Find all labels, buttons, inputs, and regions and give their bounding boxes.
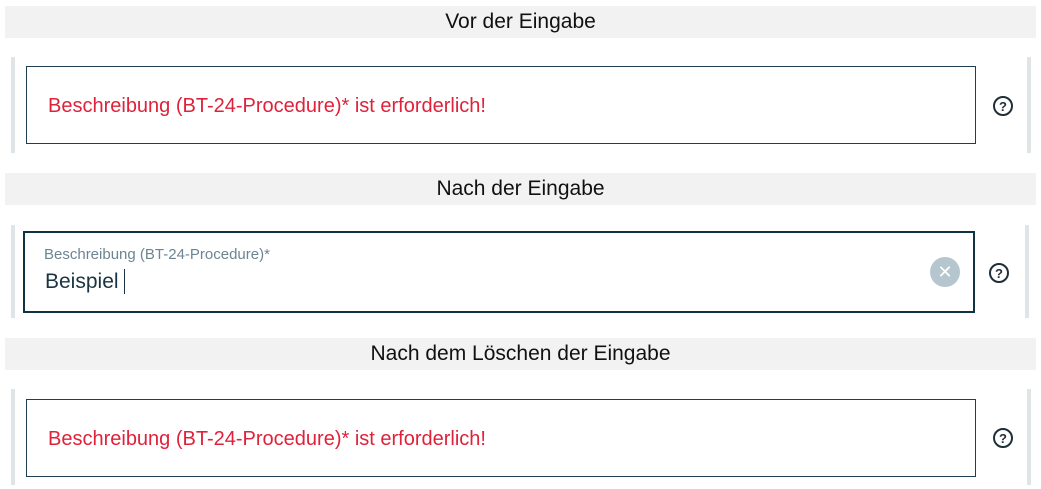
field-left-accent bbox=[11, 389, 15, 485]
section-caption-before: Vor der Eingabe bbox=[5, 6, 1036, 38]
description-input-filled[interactable]: Beschreibung (BT-24-Procedure)* Beispiel… bbox=[23, 231, 975, 313]
field-right-accent bbox=[1027, 57, 1031, 153]
validation-error-text: Beschreibung (BT-24-Procedure)* ist erfo… bbox=[48, 428, 486, 450]
floating-label: Beschreibung (BT-24-Procedure)* bbox=[44, 246, 270, 263]
clear-input-button[interactable]: ✕ bbox=[930, 257, 960, 287]
help-icon[interactable]: ? bbox=[993, 96, 1013, 116]
description-input-empty[interactable]: Beschreibung (BT-24-Procedure)* ist erfo… bbox=[26, 66, 976, 144]
field-right-accent bbox=[1025, 225, 1029, 318]
field-left-accent bbox=[11, 225, 15, 318]
help-icon[interactable]: ? bbox=[993, 428, 1013, 448]
help-icon[interactable]: ? bbox=[989, 263, 1009, 283]
text-caret bbox=[123, 269, 125, 294]
validation-error-text: Beschreibung (BT-24-Procedure)* ist erfo… bbox=[48, 95, 486, 117]
input-value-line: Beispiel bbox=[45, 269, 125, 294]
section-caption-cleared: Nach dem Löschen der Eingabe bbox=[5, 338, 1036, 370]
input-value: Beispiel bbox=[45, 269, 119, 293]
section-caption-after: Nach der Eingabe bbox=[5, 173, 1036, 205]
description-input-cleared[interactable]: Beschreibung (BT-24-Procedure)* ist erfo… bbox=[26, 399, 976, 477]
field-left-accent bbox=[11, 57, 15, 153]
field-right-accent bbox=[1027, 389, 1031, 485]
